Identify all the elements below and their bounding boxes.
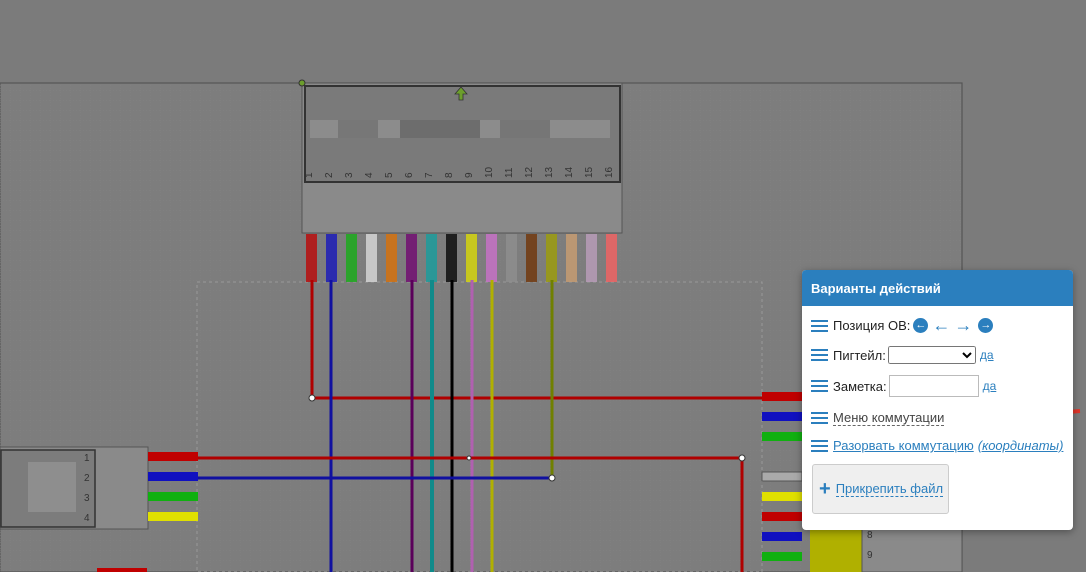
fiber-5[interactable] <box>386 234 397 282</box>
pigtail-label: Пигтейл: <box>833 347 886 363</box>
port-label: 11 <box>504 167 515 178</box>
break-switch-link[interactable]: Разорвать коммутацию <box>833 438 974 453</box>
port-label: 3 <box>84 493 90 504</box>
menu-icon[interactable] <box>811 412 828 424</box>
popup-title: Варианты действий <box>802 270 1073 306</box>
fiber-9[interactable] <box>466 234 477 282</box>
port-label: 4 <box>364 172 375 178</box>
port-label: 16 <box>604 166 615 178</box>
break-switch-row: Разорвать коммутацию (координаты) <box>811 438 1063 453</box>
port-label: 7 <box>424 172 435 178</box>
port-label: 6 <box>404 172 415 178</box>
fiber-8[interactable] <box>446 234 457 282</box>
arrow-right-icon[interactable]: → <box>954 316 972 334</box>
port-label: 3 <box>344 172 355 178</box>
fiber-13[interactable] <box>546 234 557 282</box>
fiber-11[interactable] <box>506 234 517 282</box>
port-label: 9 <box>464 172 475 178</box>
attach-file-label: Прикрепить файл <box>835 481 944 497</box>
fiber-7[interactable] <box>426 234 437 282</box>
note-confirm-link[interactable]: да <box>983 379 997 393</box>
position-row: Позиция ОВ: ← ← → → <box>811 316 994 334</box>
port-label: 13 <box>544 166 555 178</box>
note-input[interactable] <box>888 375 979 397</box>
svg-text:8: 8 <box>867 530 873 541</box>
fiber-12[interactable] <box>526 234 537 282</box>
attach-file-button[interactable]: + Прикрепить файл <box>812 464 949 514</box>
note-row: Заметка: да <box>811 375 996 397</box>
pigtail-confirm-link[interactable]: да <box>980 348 994 362</box>
fiber-2[interactable] <box>326 234 337 282</box>
switch-menu-row: Меню коммутации <box>811 410 945 426</box>
fiber-10[interactable] <box>486 234 497 282</box>
fiber-6[interactable] <box>406 234 417 282</box>
port-label: 10 <box>484 166 495 178</box>
port-label: 4 <box>84 513 90 524</box>
fiber-15[interactable] <box>586 234 597 282</box>
position-label: Позиция ОВ: <box>833 318 911 333</box>
port-label: 5 <box>384 172 395 178</box>
plus-icon: + <box>819 478 831 500</box>
actions-popup: Варианты действий Позиция ОВ: ← ← → → Пи… <box>802 270 1073 530</box>
switch-menu-link[interactable]: Меню коммутации <box>833 410 945 426</box>
arrow-left-icon[interactable]: ← <box>932 316 950 334</box>
port-label: 15 <box>584 166 595 178</box>
fiber-4[interactable] <box>366 234 377 282</box>
port-label: 12 <box>524 166 535 178</box>
menu-icon[interactable] <box>811 380 828 392</box>
pigtail-row: Пигтейл: да <box>811 346 994 364</box>
menu-icon[interactable] <box>811 319 828 332</box>
menu-icon[interactable] <box>811 439 828 452</box>
port-label: 2 <box>84 473 90 484</box>
coordinates-link[interactable]: (координаты) <box>978 438 1064 453</box>
fiber-14[interactable] <box>566 234 577 282</box>
svg-text:9: 9 <box>867 550 873 561</box>
port-label: 2 <box>324 172 335 178</box>
menu-icon[interactable] <box>811 349 828 361</box>
arrow-left-circle-icon[interactable]: ← <box>913 318 929 333</box>
fiber-16[interactable] <box>606 234 617 282</box>
pigtail-select[interactable] <box>887 346 976 364</box>
port-label: 1 <box>84 453 90 464</box>
arrow-right-circle-icon[interactable]: → <box>978 318 994 333</box>
port-label: 14 <box>564 166 575 178</box>
port-label: 1 <box>304 172 315 178</box>
port-label: 8 <box>444 172 455 178</box>
fiber-1[interactable] <box>306 234 317 282</box>
note-label: Заметка: <box>833 378 887 394</box>
fiber-3[interactable] <box>346 234 357 282</box>
